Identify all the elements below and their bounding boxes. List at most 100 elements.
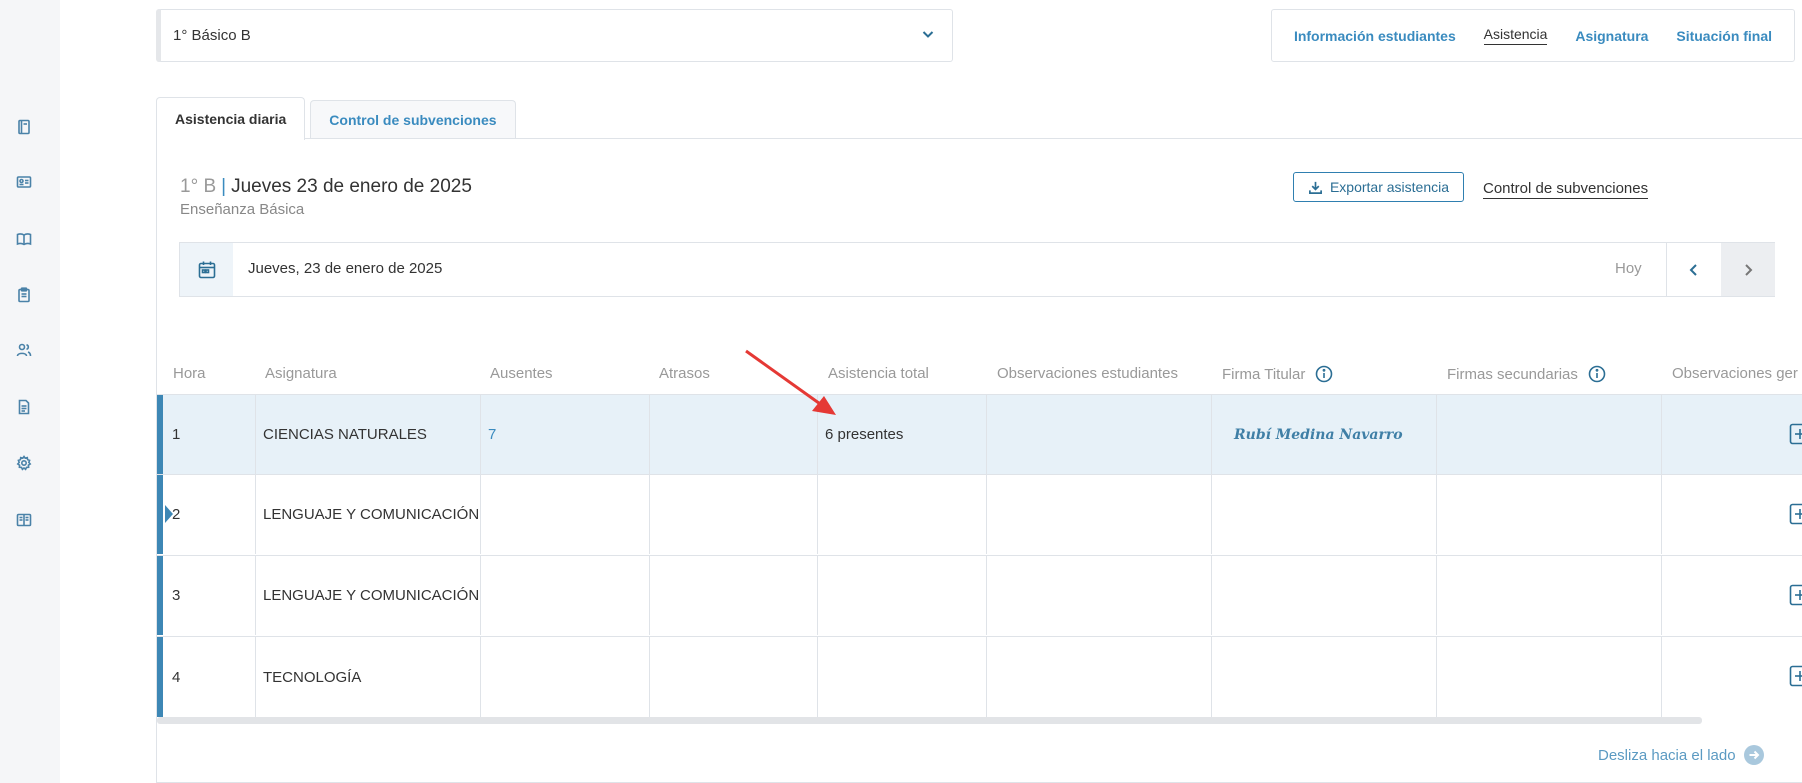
page-subtitle: Enseñanza Básica xyxy=(180,201,305,218)
cell-asistencia-total xyxy=(818,556,987,635)
plus-icon xyxy=(1789,503,1802,525)
manual-icon[interactable] xyxy=(12,508,36,532)
cell-asignatura: LENGUAJE Y COMUNICACIÓN xyxy=(256,556,481,635)
arrow-right-circle-icon xyxy=(1743,745,1764,765)
horizontal-scrollbar[interactable] xyxy=(157,717,1702,724)
column-header-atrasos: Atrasos xyxy=(659,365,710,382)
notebook-icon[interactable] xyxy=(12,115,36,139)
nav-situacion-final[interactable]: Situación final xyxy=(1676,28,1772,44)
cell-atrasos xyxy=(650,637,818,717)
column-header-label: Ausentes xyxy=(490,365,553,382)
slide-hint-label: Desliza hacia el lado xyxy=(1598,746,1736,764)
cell-observaciones[interactable] xyxy=(987,556,1212,635)
plus-icon xyxy=(1789,423,1802,445)
today-button[interactable]: Hoy xyxy=(1615,260,1642,277)
cell-asignatura: TECNOLOGÍA xyxy=(256,637,481,717)
cell-firma-titular[interactable] xyxy=(1212,637,1437,717)
cell-ausentes[interactable] xyxy=(481,556,650,635)
chevron-left-icon xyxy=(1689,263,1697,276)
title-date: Jueves 23 de enero de 2025 xyxy=(231,176,472,197)
cell-ausentes[interactable]: 7 xyxy=(481,395,650,474)
book-open-icon[interactable] xyxy=(12,227,36,251)
column-header-firma-titular: Firma Titular xyxy=(1222,365,1333,383)
column-header-asistencia-total: Asistencia total xyxy=(828,365,929,382)
title-separator: | xyxy=(221,176,227,197)
cell-observaciones[interactable] xyxy=(987,637,1212,717)
grade-label: 1° B xyxy=(180,176,217,197)
cell-ausentes[interactable] xyxy=(481,637,650,717)
clipboard-icon[interactable] xyxy=(12,283,36,307)
class-selector[interactable]: 1° Básico B xyxy=(156,9,953,62)
export-attendance-button[interactable]: Exportar asistencia xyxy=(1293,172,1464,202)
document-icon[interactable] xyxy=(12,395,36,419)
cell-firma-titular[interactable] xyxy=(1212,556,1437,635)
info-icon[interactable] xyxy=(1315,365,1333,383)
column-header-label: Asignatura xyxy=(265,365,337,382)
table-row[interactable]: 2 LENGUAJE Y COMUNICACIÓN xyxy=(157,474,1802,554)
plus-icon xyxy=(1789,584,1802,606)
column-header-label: Observaciones ger xyxy=(1672,365,1798,382)
plus-icon xyxy=(1789,665,1802,687)
cell-hora: 1 xyxy=(163,395,256,474)
chevron-right-icon xyxy=(1745,263,1753,276)
column-header-observaciones-estudiantes: Observaciones estudiantes xyxy=(997,365,1178,382)
cell-atrasos xyxy=(650,475,818,554)
tabs: Asistencia diaria Control de subvencione… xyxy=(156,97,516,140)
nav-asignatura[interactable]: Asignatura xyxy=(1575,28,1648,44)
top-nav: Información estudiantes Asistencia Asign… xyxy=(1271,9,1795,62)
date-bar: Jueves, 23 de enero de 2025 Hoy xyxy=(179,242,1775,297)
next-day-button[interactable] xyxy=(1721,243,1775,296)
add-secondary-signature-button[interactable] xyxy=(1789,665,1802,687)
sidebar xyxy=(0,0,60,783)
cell-firmas-secundarias xyxy=(1437,637,1662,717)
nav-asistencia[interactable]: Asistencia xyxy=(1483,26,1548,45)
column-header-label: Firma Titular xyxy=(1222,365,1306,383)
class-selector-value: 1° Básico B xyxy=(173,27,251,44)
id-card-icon[interactable] xyxy=(12,170,36,194)
cell-asistencia-total xyxy=(818,637,987,717)
table-row[interactable]: 1 CIENCIAS NATURALES 7 6 presentes Rubí … xyxy=(157,394,1802,474)
cell-ausentes[interactable] xyxy=(481,475,650,554)
previous-day-button[interactable] xyxy=(1666,243,1720,296)
cell-firmas-secundarias xyxy=(1437,556,1662,635)
column-header-firmas-secundarias: Firmas secundarias xyxy=(1447,365,1606,383)
column-header-label: Atrasos xyxy=(659,365,710,382)
cell-firma-titular[interactable] xyxy=(1212,475,1437,554)
cell-observaciones[interactable] xyxy=(987,475,1212,554)
nav-informacion-estudiantes[interactable]: Información estudiantes xyxy=(1294,28,1456,44)
info-icon[interactable] xyxy=(1588,365,1606,383)
cell-observaciones[interactable] xyxy=(987,395,1212,474)
download-icon xyxy=(1309,181,1322,194)
gear-icon[interactable] xyxy=(12,451,36,475)
column-header-label: Hora xyxy=(173,365,206,382)
add-secondary-signature-button[interactable] xyxy=(1789,584,1802,606)
add-secondary-signature-button[interactable] xyxy=(1789,503,1802,525)
column-header-hora: Hora xyxy=(173,365,206,382)
cell-hora: 4 xyxy=(163,637,256,717)
cell-asignatura: LENGUAJE Y COMUNICACIÓN xyxy=(256,475,481,554)
column-header-label: Firmas secundarias xyxy=(1447,365,1578,383)
control-subvenciones-link[interactable]: Control de subvenciones xyxy=(1483,180,1649,199)
cell-asistencia-total: 6 presentes xyxy=(818,395,987,474)
column-header-observaciones-generales: Observaciones ger xyxy=(1672,365,1798,382)
cell-firmas-secundarias xyxy=(1437,395,1662,474)
users-icon[interactable] xyxy=(12,338,36,362)
cell-asistencia-total xyxy=(818,475,987,554)
tab-control-subvenciones[interactable]: Control de subvenciones xyxy=(310,100,516,139)
chevron-down-icon xyxy=(920,26,936,42)
column-header-ausentes: Ausentes xyxy=(490,365,553,382)
column-header-label: Asistencia total xyxy=(828,365,929,382)
column-header-asignatura: Asignatura xyxy=(265,365,337,382)
table-row[interactable]: 3 LENGUAJE Y COMUNICACIÓN xyxy=(157,555,1802,635)
tab-asistencia-diaria[interactable]: Asistencia diaria xyxy=(156,97,306,140)
column-header-label: Observaciones estudiantes xyxy=(997,365,1178,382)
calendar-icon[interactable] xyxy=(180,243,233,296)
add-secondary-signature-button[interactable] xyxy=(1789,423,1802,445)
cell-firmas-secundarias xyxy=(1437,475,1662,554)
slide-hint: Desliza hacia el lado xyxy=(1598,745,1764,765)
current-row-marker-icon xyxy=(165,505,173,523)
selected-date[interactable]: Jueves, 23 de enero de 2025 xyxy=(248,260,442,277)
table-row[interactable]: 4 TECNOLOGÍA xyxy=(157,636,1802,717)
export-attendance-label: Exportar asistencia xyxy=(1329,179,1450,195)
cell-asignatura: CIENCIAS NATURALES xyxy=(256,395,481,474)
